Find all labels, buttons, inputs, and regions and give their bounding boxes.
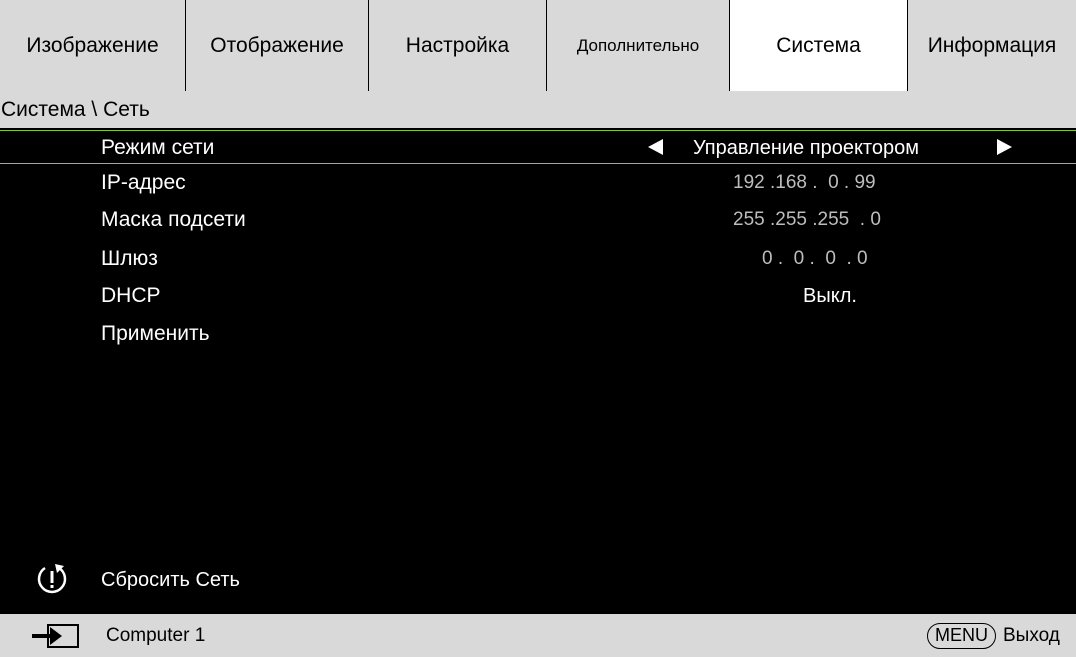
menu-row-label: Режим сети bbox=[101, 136, 215, 159]
menu-row-apply[interactable]: Применить bbox=[0, 317, 1076, 351]
menu-content: Режим сети Управление проектором IP-адре… bbox=[0, 128, 1076, 614]
reset-network-row[interactable]: Сбросить Сеть bbox=[0, 560, 1076, 600]
breadcrumb: Система \ Сеть bbox=[0, 91, 1076, 128]
menu-row-network-mode[interactable]: Режим сети Управление проектором bbox=[0, 130, 1076, 164]
menu-row-label: DHCP bbox=[101, 284, 161, 307]
ip-address-value: 192 .168 . 0 . 99 bbox=[733, 172, 876, 193]
dhcp-value: Выкл. bbox=[803, 285, 857, 307]
input-source-icon bbox=[32, 624, 79, 648]
menu-row-label: Применить bbox=[101, 322, 210, 345]
power-reset-icon bbox=[37, 564, 67, 594]
menu-row-label: Маска подсети bbox=[101, 208, 246, 231]
menu-key-badge[interactable]: MENU bbox=[927, 623, 996, 649]
status-bar: Computer 1 MENU Выход bbox=[0, 614, 1076, 657]
menu-row-dhcp[interactable]: DHCP Выкл. bbox=[0, 279, 1076, 313]
menu-row-label: Шлюз bbox=[101, 247, 158, 270]
gateway-value: 0 . 0 . 0 . 0 bbox=[762, 248, 868, 269]
menu-row-ip-address[interactable]: IP-адрес 192 .168 . 0 . 99 bbox=[0, 166, 1076, 200]
tab-setup[interactable]: Настройка bbox=[369, 0, 547, 91]
menu-row-subnet-mask[interactable]: Маска подсети 255 .255 .255 . 0 bbox=[0, 203, 1076, 237]
network-mode-value: Управление проектором bbox=[693, 137, 919, 159]
menu-row-label: IP-адрес bbox=[101, 171, 186, 194]
tab-information[interactable]: Информация bbox=[908, 0, 1076, 91]
tab-system[interactable]: Система bbox=[730, 0, 908, 91]
tab-bar: Изображение Отображение Настройка Дополн… bbox=[0, 0, 1076, 91]
tab-display[interactable]: Отображение bbox=[186, 0, 369, 91]
arrow-right-icon[interactable] bbox=[997, 139, 1012, 155]
input-source-label: Computer 1 bbox=[106, 625, 206, 646]
subnet-mask-value: 255 .255 .255 . 0 bbox=[733, 209, 881, 230]
arrow-left-icon[interactable] bbox=[648, 139, 663, 155]
tab-image[interactable]: Изображение bbox=[0, 0, 186, 91]
menu-row-gateway[interactable]: Шлюз 0 . 0 . 0 . 0 bbox=[0, 242, 1076, 276]
tab-advanced[interactable]: Дополнительно bbox=[547, 0, 730, 91]
reset-network-label: Сбросить Сеть bbox=[101, 569, 240, 591]
exit-label: Выход bbox=[1003, 625, 1060, 646]
